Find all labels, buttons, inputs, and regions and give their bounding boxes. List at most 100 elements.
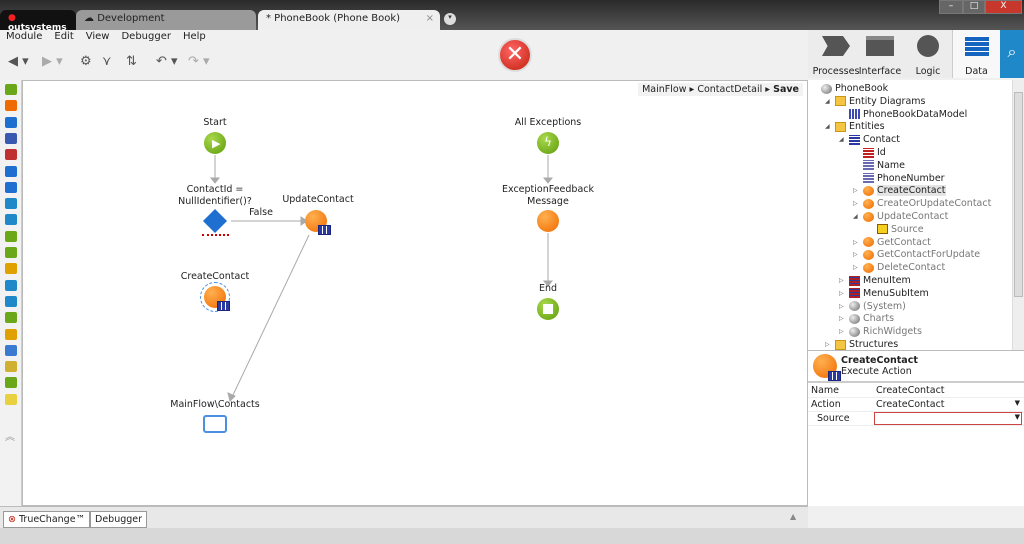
start-node[interactable]: ▶ <box>204 132 226 154</box>
menu-help[interactable]: Help <box>177 30 212 43</box>
name-field[interactable]: CreateContact <box>876 385 945 396</box>
menu-view[interactable]: View <box>80 30 116 43</box>
error-status-icon[interactable]: ✕ <box>498 38 532 72</box>
compare-merge-icon[interactable]: ⋎ <box>102 54 112 69</box>
tree-item[interactable]: ▷ Charts <box>839 312 894 325</box>
toolbox-item[interactable] <box>5 214 17 226</box>
menu-debugger[interactable]: Debugger <box>115 30 177 43</box>
tree-item[interactable]: PhoneNumber <box>853 172 945 185</box>
close-button[interactable]: X <box>985 0 1022 14</box>
expand-toolbox-icon[interactable]: ︽ <box>5 428 17 443</box>
toolbox-item[interactable] <box>5 361 17 373</box>
outsystems-logo[interactable]: ● outsystems <box>0 10 76 33</box>
expand-toggle-icon[interactable]: ◢ <box>825 123 832 130</box>
tree-item[interactable]: ◢ Entity Diagrams <box>825 95 926 108</box>
undo-icon[interactable]: ↶ ▾ <box>156 54 178 69</box>
expand-toggle-icon[interactable]: ▷ <box>825 341 832 348</box>
toolbox-item[interactable] <box>5 230 17 242</box>
toolbox-item[interactable] <box>5 393 17 405</box>
toolbox-item[interactable] <box>5 132 17 144</box>
tree-item[interactable]: ▷ GetContact <box>853 236 931 249</box>
expand-toggle-icon[interactable]: ▷ <box>839 277 846 284</box>
feedback-message-node[interactable] <box>537 210 559 232</box>
tree-item[interactable]: ▷ RichWidgets <box>839 325 922 338</box>
expand-toggle-icon[interactable]: ▷ <box>839 290 846 297</box>
toolbox-item[interactable] <box>5 312 17 324</box>
source-dropdown[interactable] <box>874 412 1022 425</box>
tab-processes[interactable]: Processes <box>812 30 860 78</box>
toolbox-item[interactable] <box>5 84 17 95</box>
toolbox-item[interactable] <box>5 247 17 258</box>
expand-toggle-icon[interactable]: ▷ <box>839 315 846 322</box>
tab-data[interactable]: Data <box>952 30 1000 78</box>
search-icon[interactable]: ⌕ <box>1000 30 1024 78</box>
tree-item[interactable]: Id <box>853 146 886 159</box>
menu-module[interactable]: Module <box>0 30 48 43</box>
tree-item[interactable]: ▷ (System) <box>839 300 906 313</box>
gear-icon[interactable]: ⚙ <box>80 54 92 69</box>
expand-toggle-icon[interactable]: ▷ <box>839 328 846 335</box>
tree-item[interactable]: PhoneBook <box>811 82 888 95</box>
tab-development[interactable]: ☁ Development <box>76 10 256 30</box>
create-contact-node[interactable] <box>200 282 230 312</box>
menu-edit[interactable]: Edit <box>48 30 79 43</box>
destination-node[interactable] <box>203 415 227 433</box>
toolbox-item[interactable] <box>5 149 17 161</box>
toolbox-item[interactable] <box>5 165 17 177</box>
flow-canvas[interactable]: MainFlow ▸ ContactDetail ▸ Save Start ▶ … <box>22 80 808 506</box>
expand-toggle-icon[interactable]: ▷ <box>853 251 860 258</box>
tree-item[interactable]: PhoneBookDataModel <box>839 108 967 121</box>
close-tab-icon[interactable]: × <box>426 13 434 24</box>
expand-toggle-icon[interactable]: ▷ <box>853 200 860 207</box>
update-contact-node[interactable] <box>305 210 331 235</box>
toolbox-item[interactable] <box>5 295 17 307</box>
exception-handler-node[interactable]: ϟ <box>537 132 559 154</box>
tab-interface[interactable]: Interface <box>856 30 904 78</box>
chevron-down-icon[interactable]: ▼ <box>1015 399 1020 407</box>
toolbox-item[interactable] <box>5 344 17 356</box>
tab-debugger[interactable]: Debugger <box>90 511 148 528</box>
toolbox-item[interactable] <box>5 263 17 275</box>
toolbox-item[interactable] <box>5 198 17 210</box>
redo-icon[interactable]: ↷ ▾ <box>188 54 210 69</box>
toolbox-item[interactable] <box>5 181 17 193</box>
toolbox-item[interactable] <box>5 328 17 340</box>
tree-item[interactable]: ▷ MenuItem <box>839 274 911 287</box>
toolbox-item[interactable] <box>5 116 17 128</box>
tree-item[interactable]: ▷ CreateContact <box>853 184 946 197</box>
tree-item[interactable]: ◢ UpdateContact <box>853 210 948 223</box>
end-node[interactable] <box>537 298 559 320</box>
tree-item[interactable]: ◢ Contact <box>839 133 900 146</box>
tree-item[interactable]: Name <box>853 159 905 172</box>
expand-toggle-icon[interactable]: ▷ <box>839 303 846 310</box>
tree-item[interactable]: ▷ Structures <box>825 338 898 350</box>
toolbox-item[interactable] <box>5 377 17 389</box>
toolbox-item[interactable] <box>5 100 17 112</box>
expand-toggle-icon[interactable]: ▷ <box>853 239 860 246</box>
action-dropdown[interactable]: CreateContact <box>876 399 945 410</box>
expand-toggle-icon[interactable]: ▷ <box>853 187 860 194</box>
tab-menu-icon[interactable]: ▾ <box>444 13 456 25</box>
tab-phonebook[interactable]: * PhoneBook (Phone Book) × <box>258 10 440 30</box>
tree-item[interactable]: Source <box>867 223 924 236</box>
tree-item[interactable]: ▷ MenuSubItem <box>839 287 929 300</box>
expand-toggle-icon[interactable]: ◢ <box>839 136 846 143</box>
collapse-panel-icon[interactable]: ▲ <box>790 512 796 521</box>
tree-item[interactable]: ▷ GetContactForUpdate <box>853 248 980 261</box>
expand-toggle-icon[interactable]: ◢ <box>825 98 832 105</box>
tab-logic[interactable]: Logic <box>904 30 952 78</box>
tree-scrollbar[interactable] <box>1012 80 1024 350</box>
tab-truechange[interactable]: ⊗ TrueChange™ <box>3 511 91 528</box>
tree-item[interactable]: ▷ CreateOrUpdateContact <box>853 197 991 210</box>
tree-item[interactable]: ◢ Entities <box>825 120 885 133</box>
chevron-down-icon[interactable]: ▼ <box>1015 413 1020 421</box>
publish-icon[interactable]: ⇅ <box>126 54 137 69</box>
expand-toggle-icon[interactable]: ▷ <box>853 264 860 271</box>
toolbox-item[interactable] <box>5 279 17 291</box>
back-icon[interactable]: ◀ ▾ <box>8 54 29 69</box>
minimize-button[interactable]: – <box>939 0 963 14</box>
maximize-button[interactable]: □ <box>963 0 985 14</box>
tree-item[interactable]: ▷ DeleteContact <box>853 261 945 274</box>
forward-icon[interactable]: ▶ ▾ <box>42 54 63 69</box>
expand-toggle-icon[interactable]: ◢ <box>853 213 860 220</box>
